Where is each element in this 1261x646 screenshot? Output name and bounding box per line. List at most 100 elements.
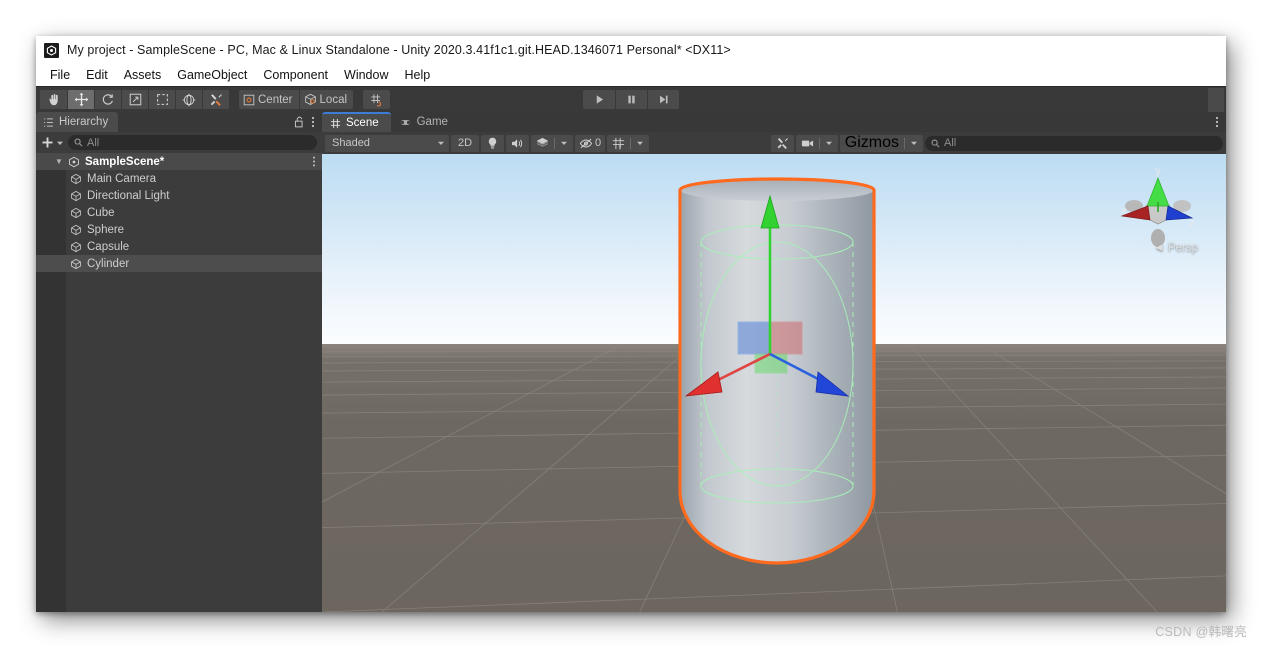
add-gameobject-button[interactable] <box>41 136 64 149</box>
hierarchy-panel: Hierarchy All ▼ SampleScene* Main Camera… <box>36 112 322 612</box>
hierarchy-row-capsule[interactable]: Capsule <box>36 238 322 255</box>
scene-camera-dropdown[interactable] <box>795 134 838 152</box>
page-root: My project - SampleScene - PC, Mac & Lin… <box>0 0 1261 646</box>
hierarchy-row-directional-light[interactable]: Directional Light <box>36 187 322 204</box>
projection-prefix-icon: ◄ <box>1153 242 1165 254</box>
hierarchy-menu-icon[interactable] <box>311 116 315 128</box>
unity-editor-window: My project - SampleScene - PC, Mac & Lin… <box>36 36 1226 612</box>
unity-logo-icon <box>44 42 59 58</box>
gameobject-icon <box>68 224 84 236</box>
scene-panel: Scene Game Shaded 2D 0 y Gizmos All y x … <box>322 112 1226 612</box>
window-title: My project - SampleScene - PC, Mac & Lin… <box>67 43 731 57</box>
hidden-objects-toggle[interactable]: 0 <box>575 134 606 152</box>
hierarchy-search-input[interactable]: All <box>68 135 317 150</box>
pivot-mode-button[interactable]: Center <box>239 90 299 109</box>
move-tool-button[interactable] <box>67 90 94 109</box>
csdn-watermark: CSDN @韩曙亮 <box>1155 625 1247 639</box>
draw-mode-label: Shaded <box>332 137 370 149</box>
hierarchy-tab-row: Hierarchy <box>36 112 322 132</box>
gameobject-icon <box>68 173 84 185</box>
gizmo-axis-label-z: z <box>1190 218 1195 229</box>
gizmo-axis-label-x: x <box>1122 206 1127 217</box>
gizmos-label-part[interactable]: Gizmos <box>840 134 904 152</box>
handle-rotation-button[interactable]: Local <box>298 90 354 109</box>
gizmos-label: Gizmos <box>844 134 899 151</box>
scene-component-tools-button[interactable] <box>770 134 794 152</box>
gizmos-dropdown-arrow[interactable] <box>905 135 923 152</box>
gizmos-dropdown[interactable]: Gizmos <box>839 134 923 152</box>
menu-gameobject[interactable]: GameObject <box>169 66 255 84</box>
rotate-tool-button[interactable] <box>94 90 121 109</box>
gameobject-icon <box>68 207 84 219</box>
scene-icon <box>66 156 82 168</box>
gizmo-axis-label-y: y <box>1155 165 1161 177</box>
hierarchy-search-placeholder: All <box>87 136 100 149</box>
gameobject-icon <box>68 190 84 202</box>
hidden-objects-count: 0 <box>595 137 602 149</box>
hierarchy-label-main-camera: Main Camera <box>87 172 157 185</box>
menu-assets[interactable]: Assets <box>116 66 170 84</box>
hierarchy-tree[interactable]: ▼ SampleScene* Main Camera Directional L… <box>36 153 322 612</box>
menu-file[interactable]: File <box>42 66 78 84</box>
scale-tool-button[interactable] <box>121 90 148 109</box>
hierarchy-label-samplescene: SampleScene* <box>85 155 165 168</box>
menu-window[interactable]: Window <box>336 66 396 84</box>
scene-context-menu-icon[interactable] <box>312 156 322 167</box>
gameobject-icon <box>68 241 84 253</box>
hierarchy-row-cube[interactable]: Cube <box>36 204 322 221</box>
editor-body: Hierarchy All ▼ SampleScene* Main Camera… <box>36 112 1226 612</box>
hierarchy-search-row: All <box>36 132 322 153</box>
selected-cylinder-object[interactable] <box>672 176 882 566</box>
grid-dropdown-arrow[interactable] <box>631 135 649 152</box>
hierarchy-row-samplescene[interactable]: ▼ SampleScene* <box>36 153 322 170</box>
scene-camera-icon[interactable] <box>796 135 819 152</box>
tab-game[interactable]: Game <box>391 112 460 132</box>
rect-tool-button[interactable] <box>148 90 175 109</box>
scene-grid-dropdown[interactable]: y <box>607 134 650 152</box>
hierarchy-tab-tools <box>294 112 322 132</box>
projection-mode-label[interactable]: ◄ Persp <box>1153 242 1198 254</box>
menu-help[interactable]: Help <box>396 66 438 84</box>
playmode-controls <box>583 90 679 109</box>
scene-lighting-toggle[interactable] <box>481 134 504 152</box>
transform-tool-button[interactable] <box>175 90 202 109</box>
grid-snap-icon[interactable] <box>363 90 391 109</box>
expand-twisty-icon[interactable]: ▼ <box>52 157 66 166</box>
toggle-2d-label: 2D <box>457 137 473 149</box>
hierarchy-label-sphere: Sphere <box>87 223 125 236</box>
camera-dropdown-arrow[interactable] <box>820 135 838 152</box>
toolbar-overflow-strip[interactable] <box>1208 88 1224 112</box>
tab-scene[interactable]: Scene <box>322 112 391 132</box>
play-button[interactable] <box>583 90 615 109</box>
scene-viewport[interactable]: y x z ◄ Persp <box>322 154 1226 612</box>
fx-dropdown-arrow[interactable] <box>555 135 573 152</box>
hand-tool-button[interactable] <box>40 90 67 109</box>
scene-search-input[interactable]: All <box>925 135 1223 151</box>
draw-mode-dropdown[interactable]: Shaded <box>325 134 449 152</box>
pivot-group: Center Local <box>239 90 354 109</box>
scene-tab-row: Scene Game <box>322 112 1226 132</box>
menu-edit[interactable]: Edit <box>78 66 116 84</box>
hierarchy-row-sphere[interactable]: Sphere <box>36 221 322 238</box>
menu-component[interactable]: Component <box>255 66 336 84</box>
scene-menu-icon[interactable] <box>1215 116 1219 128</box>
hierarchy-label-cube: Cube <box>87 206 115 219</box>
scene-audio-toggle[interactable] <box>506 134 529 152</box>
lock-open-icon[interactable] <box>294 116 305 128</box>
pause-button[interactable] <box>615 90 647 109</box>
hierarchy-tab-label: Hierarchy <box>59 116 109 128</box>
main-toolbar: Center Local <box>36 86 1226 112</box>
scene-fx-dropdown[interactable] <box>531 134 573 152</box>
grid-visibility-icon[interactable]: y <box>607 135 630 152</box>
hierarchy-row-main-camera[interactable]: Main Camera <box>36 170 322 187</box>
hierarchy-row-cylinder[interactable]: Cylinder <box>36 255 322 272</box>
handle-rotation-label: Local <box>319 93 348 106</box>
toggle-2d-button[interactable]: 2D <box>451 134 479 152</box>
scene-tab-label: Scene <box>346 117 379 129</box>
fx-icon[interactable] <box>531 135 554 152</box>
gameobject-icon <box>68 258 84 270</box>
step-button[interactable] <box>647 90 679 109</box>
hierarchy-label-directional-light: Directional Light <box>87 189 170 202</box>
custom-editor-tool-button[interactable] <box>202 90 229 109</box>
tab-hierarchy[interactable]: Hierarchy <box>36 112 119 132</box>
